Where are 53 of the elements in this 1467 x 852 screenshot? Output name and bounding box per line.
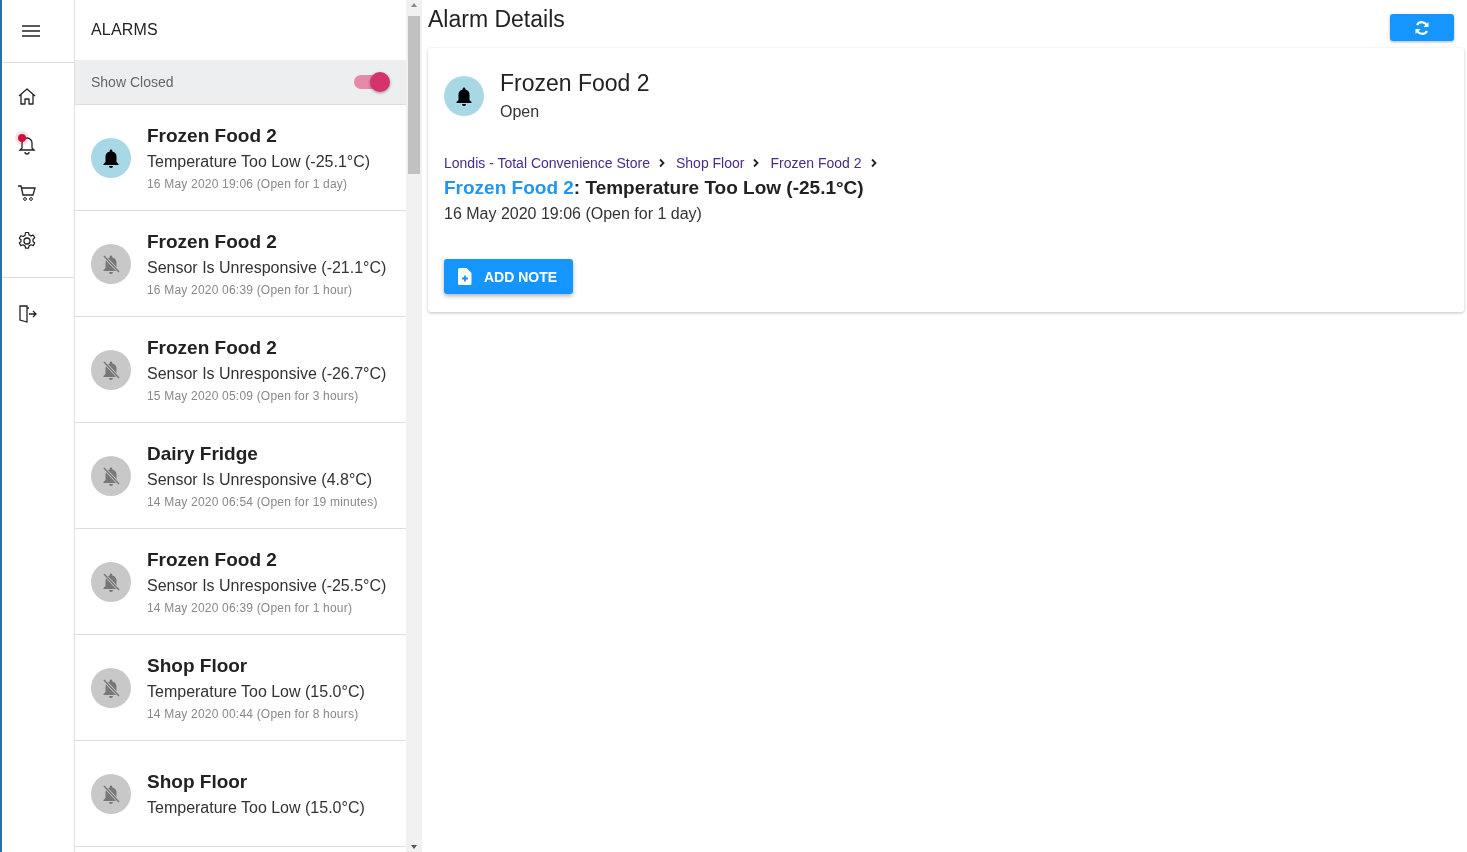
alarm-name: Frozen Food 2 <box>147 124 278 147</box>
alarm-list-item[interactable]: Frozen Food 2 Sensor Is Unresponsive (-25.5°C) 14 May 2020 06:39 (Open for 1 hour) <box>75 529 406 635</box>
scrollbar-thumb[interactable] <box>408 16 420 174</box>
alarm-name: Frozen Food 2 <box>500 70 650 97</box>
cart-icon <box>17 183 37 203</box>
alarm-name: Frozen Food 2 <box>147 548 278 571</box>
alarm-list-item[interactable]: Frozen Food 2 Sensor Is Unresponsive (-26.7°C) 15 May 2020 05:09 (Open for 3 hours) <box>75 317 406 423</box>
alarm-time: 15 May 2020 05:09 (Open for 3 hours) <box>147 388 360 403</box>
breadcrumb-link[interactable]: Shop Floor <box>676 155 745 171</box>
alarm-time: 14 May 2020 06:39 (Open for 1 hour) <box>147 600 354 615</box>
alarm-name: Shop Floor <box>147 654 249 677</box>
alarm-description: Temperature Too Low (15.0°C) <box>147 682 365 701</box>
alarm-description: Sensor Is Unresponsive (-21.1°C) <box>147 258 387 277</box>
alarm-time: 16 May 2020 06:39 (Open for 1 hour) <box>147 282 354 297</box>
refresh-button[interactable] <box>1390 14 1454 41</box>
toggle-label: Show Closed <box>91 74 174 90</box>
alarm-description: Sensor Is Unresponsive (-25.5°C) <box>147 576 387 595</box>
alarm-description: Temperature Too Low (-25.1°C) <box>147 152 371 171</box>
exit-door-icon <box>17 304 37 324</box>
alarm-description: Sensor Is Unresponsive (4.8°C) <box>147 470 374 489</box>
alarm-status: Open <box>500 103 541 121</box>
breadcrumb-link[interactable]: Frozen Food 2 <box>770 155 862 171</box>
alarm-time: 14 May 2020 06:54 (Open for 19 minutes) <box>147 494 378 509</box>
alarm-heading: Frozen Food 2: Temperature Too Low (-25.1°C) <box>444 177 864 199</box>
alarm-description: Temperature Too Low (15.0°C) <box>147 798 365 817</box>
add-file-icon <box>458 268 472 285</box>
chevron-right-icon <box>658 158 666 168</box>
toggle-switch[interactable] <box>352 71 390 93</box>
chevron-right-icon <box>752 158 761 168</box>
chevron-right-icon <box>869 158 878 168</box>
notification-dot <box>18 134 26 142</box>
bell-icon <box>17 135 37 155</box>
alarm-list-item[interactable]: Shop Floor Temperature Too Low (15.0°C) 14 May 2020 00:44 (Open for 8 hours) <box>75 635 406 741</box>
alarm-list-item[interactable]: Frozen Food 2 Temperature Too Low (-25.1°C) 16 May 2020 19:06 (Open for 1 day) <box>75 105 406 211</box>
scrollbar[interactable] <box>406 0 422 852</box>
alarm-list-item[interactable]: Frozen Food 2 Sensor Is Unresponsive (-21.1°C) 16 May 2020 06:39 (Open for 1 hour) <box>75 211 406 317</box>
panel-title: ALARMS <box>90 20 159 40</box>
page-title: Alarm Details <box>428 6 565 33</box>
alarm-name: Shop Floor <box>147 770 249 793</box>
alarm-time: 16 May 2020 19:06 (Open for 1 day) <box>147 176 349 191</box>
menu-icon[interactable] <box>21 25 40 37</box>
home-icon <box>17 87 37 107</box>
settings-icon <box>17 231 37 251</box>
alarm-time: 14 May 2020 00:44 (Open for 8 hours) <box>147 706 360 721</box>
breadcrumb-link[interactable]: Londis - Total Convenience Store <box>444 155 650 171</box>
alarm-list-item[interactable]: Shop Floor Temperature Too Low (15.0°C) <box>75 741 406 847</box>
alarm-name: Frozen Food 2 <box>147 230 278 253</box>
refresh-icon <box>1414 20 1430 35</box>
alarm-name: Frozen Food 2 <box>147 336 278 359</box>
alarm-description: Sensor Is Unresponsive (-26.7°C) <box>147 364 387 383</box>
alarm-time: 16 May 2020 19:06 (Open for 1 day) <box>444 205 702 223</box>
alarm-name: Dairy Fridge <box>147 442 259 465</box>
alarm-list-item[interactable]: Dairy Fridge Sensor Is Unresponsive (4.8°C) 14 May 2020 06:54 (Open for 19 minutes) <box>75 423 406 529</box>
